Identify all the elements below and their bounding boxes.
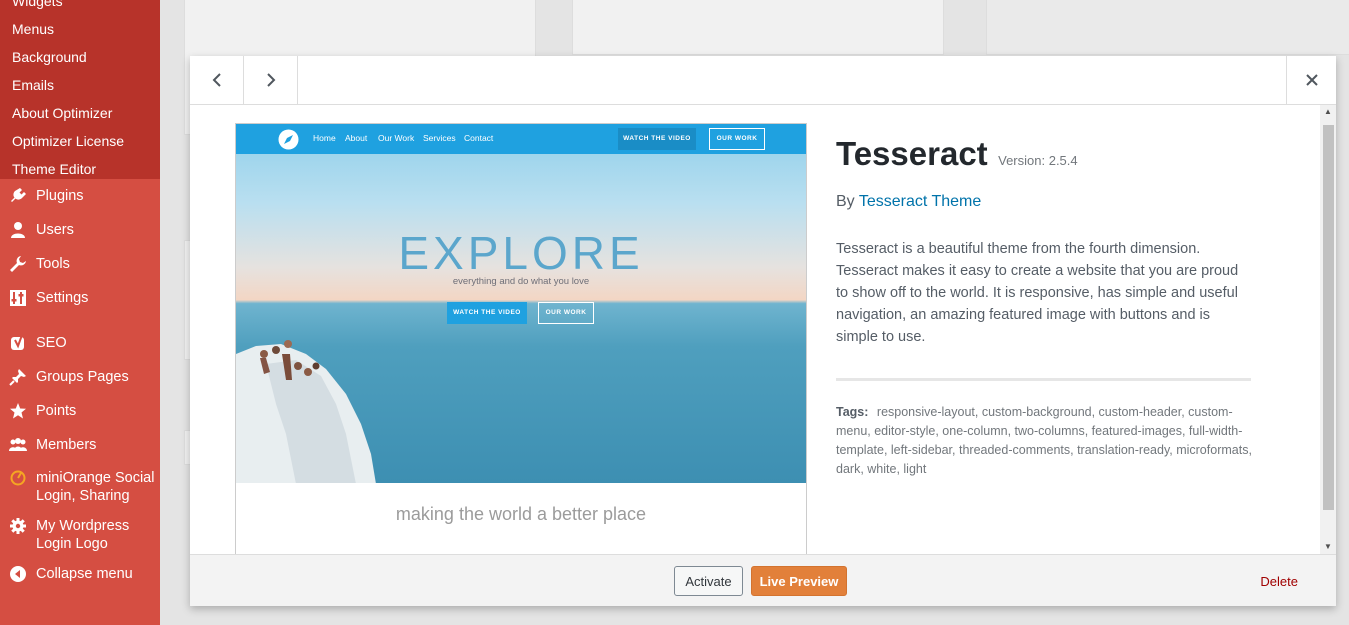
plugin-icon bbox=[8, 186, 28, 206]
sidebar-item-seo[interactable]: SEO bbox=[0, 326, 160, 360]
sidebar-item-members[interactable]: Members bbox=[0, 428, 160, 462]
user-icon bbox=[8, 220, 28, 240]
screenshot-nav-link: Our Work bbox=[378, 133, 415, 143]
live-preview-button[interactable]: Live Preview bbox=[751, 566, 847, 596]
sidebar-item-tools[interactable]: Tools bbox=[0, 247, 160, 281]
scroll-up-arrow-icon[interactable]: ▲ bbox=[1320, 105, 1336, 119]
screenshot-nav-link: Contact bbox=[464, 133, 494, 143]
close-icon bbox=[1305, 74, 1318, 86]
pin-icon bbox=[8, 367, 28, 387]
modal-body: Home About Our Work Services Contact WAT… bbox=[190, 105, 1336, 554]
theme-info: Tesseract Version: 2.5.4 By Tesseract Th… bbox=[836, 135, 1256, 479]
modal-footer: Activate Live Preview Delete bbox=[190, 554, 1336, 606]
screenshot-nav-work-button: OUR WORK bbox=[709, 128, 765, 150]
sidebar-item-label: Settings bbox=[36, 290, 89, 306]
theme-tags: Tags: responsive-layout, custom-backgrou… bbox=[836, 403, 1252, 479]
gear-icon bbox=[8, 516, 28, 536]
sidebar-item-label: Members bbox=[36, 437, 97, 453]
sidebar-item-label: Users bbox=[36, 222, 74, 238]
cliff-rocks-image bbox=[236, 340, 376, 483]
screenshot-caption: making the world a better place bbox=[395, 504, 647, 524]
screenshot-nav-link: Services bbox=[423, 133, 456, 143]
submenu-item-menus[interactable]: Menus bbox=[0, 15, 160, 43]
divider bbox=[836, 378, 1251, 381]
sidebar-item-plugins[interactable]: Plugins bbox=[0, 179, 160, 213]
submenu-item-optimizer-license[interactable]: Optimizer License bbox=[0, 127, 160, 155]
theme-details-modal: Home About Our Work Services Contact WAT… bbox=[190, 56, 1336, 606]
screenshot-nav-link: About bbox=[345, 133, 368, 143]
scroll-down-arrow-icon[interactable]: ▼ bbox=[1320, 540, 1336, 554]
theme-author-link[interactable]: Tesseract Theme bbox=[859, 193, 981, 210]
sidebar-item-points[interactable]: Points bbox=[0, 394, 160, 428]
screenshot-nav-video-button: WATCH THE VIDEO bbox=[618, 128, 696, 150]
miniorange-icon bbox=[8, 468, 28, 488]
compass-logo-icon bbox=[278, 129, 299, 150]
sidebar-item-label: Groups Pages bbox=[36, 369, 129, 385]
sidebar-item-users[interactable]: Users bbox=[0, 213, 160, 247]
settings-icon bbox=[8, 288, 28, 308]
modal-scrollbar[interactable]: ▲ ▼ bbox=[1320, 105, 1336, 554]
appearance-submenu: Widgets Menus Background Emails About Op… bbox=[0, 0, 160, 179]
theme-author-line: By Tesseract Theme bbox=[836, 193, 1256, 211]
screenshot-subhead: everything and do what you love bbox=[452, 276, 590, 287]
sidebar-item-miniorange[interactable]: miniOrange Social Login, Sharing bbox=[0, 462, 160, 514]
background-theme-card bbox=[572, 0, 944, 55]
admin-sidebar: Widgets Menus Background Emails About Op… bbox=[0, 0, 160, 625]
sidebar-item-groups-pages[interactable]: Groups Pages bbox=[0, 360, 160, 394]
submenu-item-emails[interactable]: Emails bbox=[0, 71, 160, 99]
screenshot-nav-bar: Home About Our Work Services Contact WAT… bbox=[236, 124, 806, 154]
theme-description: Tesseract is a beautiful theme from the … bbox=[836, 241, 1239, 345]
collapse-icon bbox=[8, 564, 28, 584]
wrench-icon bbox=[8, 254, 28, 274]
background-theme-card bbox=[986, 0, 1349, 55]
yoast-icon bbox=[8, 333, 28, 353]
sidebar-item-login-logo[interactable]: My Wordpress Login Logo bbox=[0, 514, 160, 564]
sidebar-item-label: miniOrange Social Login, Sharing bbox=[36, 470, 155, 504]
theme-version: Version: 2.5.4 bbox=[998, 153, 1078, 168]
submenu-item-about-optimizer[interactable]: About Optimizer bbox=[0, 99, 160, 127]
modal-header bbox=[190, 56, 1336, 105]
theme-screenshot: Home About Our Work Services Contact WAT… bbox=[235, 123, 807, 554]
previous-theme-button[interactable] bbox=[190, 56, 244, 104]
screenshot-hero-image: Home About Our Work Services Contact WAT… bbox=[236, 124, 806, 483]
sidebar-item-label: Collapse menu bbox=[36, 566, 133, 582]
chevron-left-icon bbox=[212, 73, 221, 87]
screenshot-headline: EXPLORE bbox=[398, 227, 644, 279]
sidebar-item-settings[interactable]: Settings bbox=[0, 281, 160, 315]
members-icon bbox=[8, 435, 28, 455]
next-theme-button[interactable] bbox=[244, 56, 298, 104]
activate-button[interactable]: Activate bbox=[674, 566, 743, 596]
screenshot-hero-video-button: WATCH THE VIDEO bbox=[447, 302, 527, 324]
submenu-item-background[interactable]: Background bbox=[0, 43, 160, 71]
sidebar-item-label: My Wordpress Login Logo bbox=[36, 518, 130, 552]
sidebar-item-label: Points bbox=[36, 403, 77, 419]
chevron-right-icon bbox=[266, 73, 275, 87]
close-modal-button[interactable] bbox=[1286, 56, 1336, 104]
sidebar-item-label: Plugins bbox=[36, 188, 84, 204]
delete-theme-link[interactable]: Delete bbox=[1260, 574, 1298, 589]
submenu-item-theme-editor[interactable]: Theme Editor bbox=[0, 155, 160, 183]
submenu-item-widgets[interactable]: Widgets bbox=[0, 0, 160, 15]
theme-name: Tesseract bbox=[836, 135, 988, 172]
scroll-thumb[interactable] bbox=[1323, 125, 1334, 510]
author-by-label: By bbox=[836, 193, 855, 210]
sidebar-item-label: Tools bbox=[36, 256, 70, 272]
star-icon bbox=[8, 401, 28, 421]
sidebar-item-label: SEO bbox=[36, 335, 67, 351]
tags-list: responsive-layout, custom-background, cu… bbox=[836, 405, 1252, 476]
tags-label: Tags: bbox=[836, 405, 869, 419]
collapse-menu-button[interactable]: Collapse menu bbox=[0, 564, 160, 584]
screenshot-hero-work-button: OUR WORK bbox=[538, 302, 594, 324]
screenshot-nav-link: Home bbox=[313, 133, 336, 143]
